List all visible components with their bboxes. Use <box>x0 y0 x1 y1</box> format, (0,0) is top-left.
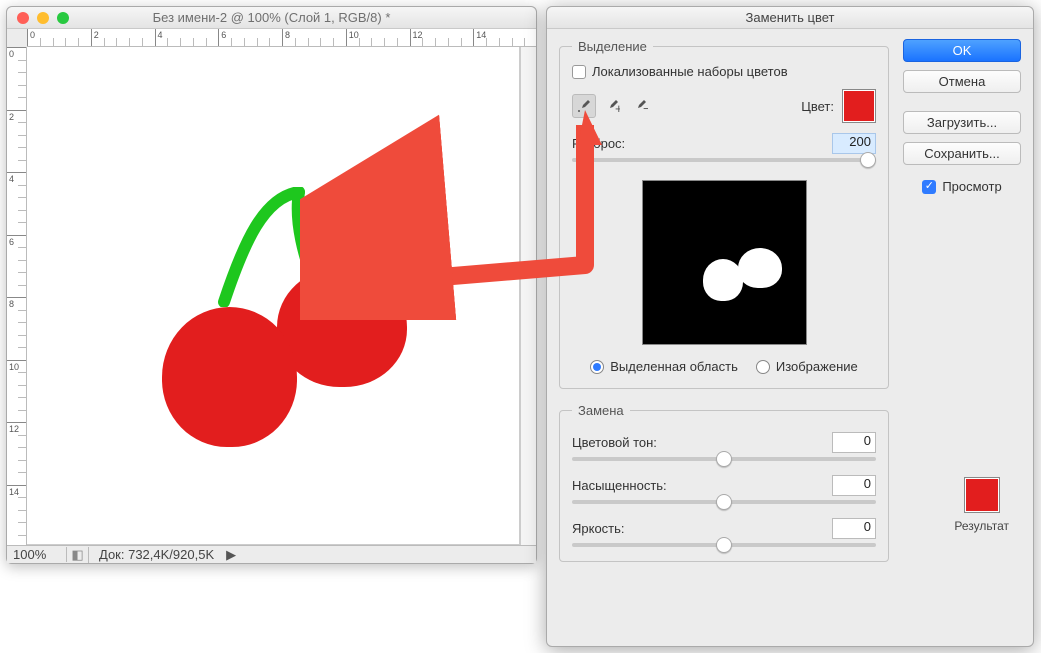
selection-group: Выделение Локализованные наборы цветов + <box>559 39 889 389</box>
ruler-vertical[interactable]: 0246810121416 <box>7 47 27 545</box>
saturation-input[interactable]: 0 <box>832 475 876 496</box>
radio-selection-label: Выделенная область <box>610 359 738 374</box>
fuzziness-slider[interactable] <box>572 158 876 162</box>
color-label: Цвет: <box>801 99 834 114</box>
canvas[interactable] <box>27 47 520 545</box>
selection-color-swatch[interactable] <box>842 89 876 123</box>
result-color-swatch[interactable] <box>964 477 1000 513</box>
replace-color-dialog: Заменить цвет Выделение Локализованные н… <box>546 6 1034 647</box>
save-button[interactable]: Сохранить... <box>903 142 1021 165</box>
window-title: Без имени-2 @ 100% (Слой 1, RGB/8) * <box>7 10 536 25</box>
status-bar: 100% ◧ Док: 732,4K/920,5K ▶ <box>7 545 536 563</box>
eyedropper-minus-icon: − <box>632 98 648 114</box>
eyedropper-plus-button[interactable]: + <box>600 94 624 118</box>
cancel-button[interactable]: Отмена <box>903 70 1021 93</box>
svg-text:−: − <box>643 101 648 114</box>
hue-slider[interactable] <box>572 457 876 461</box>
localized-label: Локализованные наборы цветов <box>592 64 788 79</box>
selection-preview[interactable] <box>642 180 807 345</box>
hue-input[interactable]: 0 <box>832 432 876 453</box>
chevron-right-icon[interactable]: ▶ <box>224 547 238 563</box>
result-block: Результат <box>954 477 1009 533</box>
cherry-left <box>162 307 297 447</box>
preview-label: Просмотр <box>942 179 1001 194</box>
dialog-title[interactable]: Заменить цвет <box>547 7 1033 29</box>
localized-checkbox[interactable] <box>572 65 586 79</box>
document-window: Без имени-2 @ 100% (Слой 1, RGB/8) * 024… <box>6 6 537 564</box>
eyedropper-icon <box>576 98 592 114</box>
radio-image[interactable] <box>756 360 770 374</box>
lightness-input[interactable]: 0 <box>832 518 876 539</box>
hue-label: Цветовой тон: <box>572 435 682 450</box>
ruler-horizontal[interactable]: 0246810121416 <box>27 29 536 47</box>
zoom-level[interactable]: 100% <box>7 547 67 562</box>
ok-button[interactable]: OK <box>903 39 1021 62</box>
lightness-slider[interactable] <box>572 543 876 547</box>
fuzziness-label: Разброс: <box>572 136 682 151</box>
selection-legend: Выделение <box>572 39 653 54</box>
saturation-slider[interactable] <box>572 500 876 504</box>
fuzziness-input[interactable]: 200 <box>832 133 876 154</box>
titlebar[interactable]: Без имени-2 @ 100% (Слой 1, RGB/8) * <box>7 7 536 29</box>
preview-checkbox[interactable]: ✓ <box>922 180 936 194</box>
radio-image-label: Изображение <box>776 359 858 374</box>
saturation-label: Насыщенность: <box>572 478 682 493</box>
scrollbar-vertical[interactable] <box>520 47 536 545</box>
document-size: Док: 732,4K/920,5K <box>89 547 224 562</box>
status-icon[interactable]: ◧ <box>67 547 89 563</box>
eyedropper-plus-icon: + <box>604 98 620 114</box>
replace-group: Замена Цветовой тон: 0 Насыщенность: 0 Я… <box>559 403 889 562</box>
eyedropper-button[interactable] <box>572 94 596 118</box>
svg-text:+: + <box>615 101 620 114</box>
result-label: Результат <box>954 519 1009 533</box>
load-button[interactable]: Загрузить... <box>903 111 1021 134</box>
lightness-label: Яркость: <box>572 521 682 536</box>
radio-selection[interactable] <box>590 360 604 374</box>
eyedropper-minus-button[interactable]: − <box>628 94 652 118</box>
artwork <box>27 47 519 544</box>
replace-legend: Замена <box>572 403 630 418</box>
